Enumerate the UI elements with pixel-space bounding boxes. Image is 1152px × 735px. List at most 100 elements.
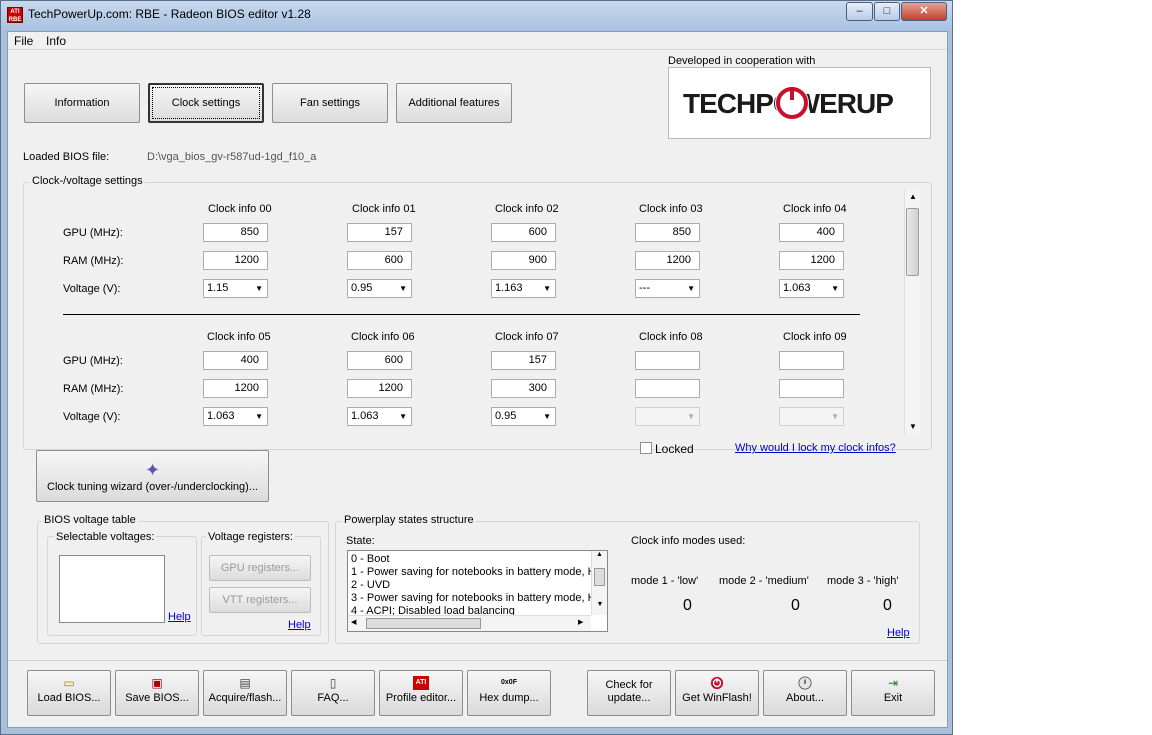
voltage-value: 0.95 — [351, 282, 373, 294]
gpu-clock-field[interactable]: 850 — [203, 223, 268, 242]
voltage-combo[interactable]: 1.063 ▼ — [779, 279, 844, 298]
tab-information[interactable]: Information — [24, 83, 140, 123]
powerplay-help-link[interactable]: Help — [887, 627, 910, 639]
dropdown-arrow-icon: ▼ — [687, 412, 695, 421]
dropdown-arrow-icon: ▼ — [255, 412, 263, 421]
profile-editor-button[interactable]: ATI Profile editor... — [379, 670, 463, 716]
close-icon[interactable]: ✕ — [901, 2, 947, 21]
scroll-down-icon[interactable]: ▼ — [592, 601, 607, 608]
minimize-icon[interactable]: – — [846, 2, 873, 21]
powerplay-state-list[interactable]: 0 - Boot 1 - Power saving for notebooks … — [347, 550, 608, 632]
ram-clock-field[interactable]: 300 — [491, 379, 556, 398]
gpu-clock-field[interactable]: 850 — [635, 223, 700, 242]
ati-logo-icon: ATI — [413, 676, 429, 690]
ram-clock-field[interactable] — [779, 379, 844, 398]
acquire-flash-button[interactable]: ▤ Acquire/flash... — [203, 670, 287, 716]
ram-clock-field[interactable]: 1200 — [347, 379, 412, 398]
scroll-right-icon[interactable]: ▶ — [578, 618, 583, 626]
clock-tuning-wizard-button[interactable]: ✦ Clock tuning wizard (over-/underclocki… — [36, 450, 269, 502]
menu-file[interactable]: File — [14, 34, 33, 48]
clock-info-header: Clock info 06 — [351, 331, 415, 343]
toolbar-label: Profile editor... — [385, 692, 457, 704]
ram-clock-field[interactable] — [635, 379, 700, 398]
techpowerup-logo[interactable]: TECHPOWERUP — [668, 67, 931, 139]
scroll-thumb[interactable] — [366, 618, 481, 629]
list-item[interactable]: 1 - Power saving for notebooks in batter… — [351, 566, 593, 579]
voltage-combo[interactable]: 1.15 ▼ — [203, 279, 268, 298]
list-item[interactable]: 2 - UVD — [351, 579, 593, 592]
scroll-thumb[interactable] — [594, 568, 605, 586]
ram-clock-field[interactable]: 1200 — [203, 251, 268, 270]
block-separator — [63, 314, 860, 315]
hex-dump-button[interactable]: 0x0F Hex dump... — [467, 670, 551, 716]
clock-scrollbar[interactable]: ▲ ▼ — [904, 190, 920, 434]
toolbar-label: Acquire/flash... — [208, 692, 282, 704]
gpu-clock-field[interactable]: 157 — [491, 351, 556, 370]
selectable-voltages-list[interactable] — [59, 555, 165, 623]
gpu-row-label: GPU (MHz): — [63, 355, 123, 367]
why-lock-link[interactable]: Why would I lock my clock infos? — [735, 442, 896, 454]
exit-button[interactable]: ⇥ Exit — [851, 670, 935, 716]
dropdown-arrow-icon: ▼ — [255, 284, 263, 293]
scroll-thumb[interactable] — [906, 208, 919, 276]
check-for-update-button[interactable]: Check for update... — [587, 670, 671, 716]
about-button[interactable]: About... — [763, 670, 847, 716]
gpu-clock-field[interactable] — [779, 351, 844, 370]
gpu-clock-field[interactable]: 400 — [203, 351, 268, 370]
state-list-vscroll[interactable]: ▲ ▼ — [591, 551, 607, 615]
list-item[interactable]: 0 - Boot — [351, 553, 593, 566]
save-bios-button[interactable]: ▣ Save BIOS... — [115, 670, 199, 716]
clock-info-header: Clock info 01 — [352, 203, 416, 215]
gpu-clock-field[interactable]: 600 — [491, 223, 556, 242]
powerplay-title: Powerplay states structure — [342, 514, 476, 526]
ram-clock-field[interactable]: 1200 — [203, 379, 268, 398]
faq-button[interactable]: ▯ FAQ... — [291, 670, 375, 716]
title-bar[interactable]: ATI RBE TechPowerUp.com: RBE - Radeon BI… — [1, 1, 952, 31]
load-bios-button[interactable]: ▭ Load BIOS... — [27, 670, 111, 716]
tab-additional-features[interactable]: Additional features — [396, 83, 512, 123]
scroll-down-icon[interactable]: ▼ — [906, 420, 920, 434]
ram-clock-field[interactable]: 900 — [491, 251, 556, 270]
scroll-up-icon[interactable]: ▲ — [906, 190, 920, 204]
tab-clock-settings[interactable]: Clock settings — [148, 83, 264, 123]
app-window: ATI RBE TechPowerUp.com: RBE - Radeon BI… — [0, 0, 953, 735]
menu-info[interactable]: Info — [46, 34, 66, 48]
ram-clock-field[interactable]: 600 — [347, 251, 412, 270]
locked-checkbox[interactable] — [640, 442, 652, 454]
gpu-clock-field[interactable] — [635, 351, 700, 370]
mode-medium-label: mode 2 - 'medium' — [719, 575, 809, 587]
voltage-combo[interactable]: 0.95 ▼ — [347, 279, 412, 298]
voltage-value: 1.063 — [351, 410, 379, 422]
voltage-combo[interactable]: 0.95 ▼ — [491, 407, 556, 426]
voltage-value: 1.063 — [207, 410, 235, 422]
vtt-registers-button[interactable]: VTT registers... — [209, 587, 311, 613]
toolbar-label: Hex dump... — [479, 692, 539, 704]
voltage-combo[interactable]: 1.163 ▼ — [491, 279, 556, 298]
window-title: TechPowerUp.com: RBE - Radeon BIOS edito… — [28, 7, 311, 21]
voltage-combo[interactable]: 1.063 ▼ — [347, 407, 412, 426]
tab-fan-settings[interactable]: Fan settings — [272, 83, 388, 123]
get-winflash-button[interactable]: Get WinFlash! — [675, 670, 759, 716]
scroll-up-icon[interactable]: ▲ — [592, 551, 607, 558]
list-item[interactable]: 3 - Power saving for notebooks in batter… — [351, 592, 593, 605]
gpu-registers-button[interactable]: GPU registers... — [209, 555, 311, 581]
voltage-value: --- — [639, 282, 650, 294]
maximize-icon[interactable]: □ — [874, 2, 900, 21]
voltage-combo[interactable]: ▼ — [779, 407, 844, 426]
gpu-clock-field[interactable]: 600 — [347, 351, 412, 370]
voltage-combo[interactable]: --- ▼ — [635, 279, 700, 298]
registers-help-link[interactable]: Help — [288, 619, 311, 631]
ram-clock-field[interactable]: 1200 — [779, 251, 844, 270]
ram-clock-field[interactable]: 1200 — [635, 251, 700, 270]
gpu-clock-field[interactable]: 157 — [347, 223, 412, 242]
scroll-left-icon[interactable]: ◀ — [351, 618, 356, 626]
voltage-help-link[interactable]: Help — [168, 611, 191, 623]
toolbar-label: Exit — [883, 692, 903, 704]
voltage-combo[interactable]: ▼ — [635, 407, 700, 426]
chip-icon: ▤ — [239, 676, 251, 690]
selectable-voltages-label: Selectable voltages: — [54, 531, 157, 543]
state-list-hscroll[interactable]: ◀ ▶ — [348, 615, 591, 631]
floppy-disk-icon: ▣ — [151, 676, 163, 690]
gpu-clock-field[interactable]: 400 — [779, 223, 844, 242]
voltage-combo[interactable]: 1.063 ▼ — [203, 407, 268, 426]
